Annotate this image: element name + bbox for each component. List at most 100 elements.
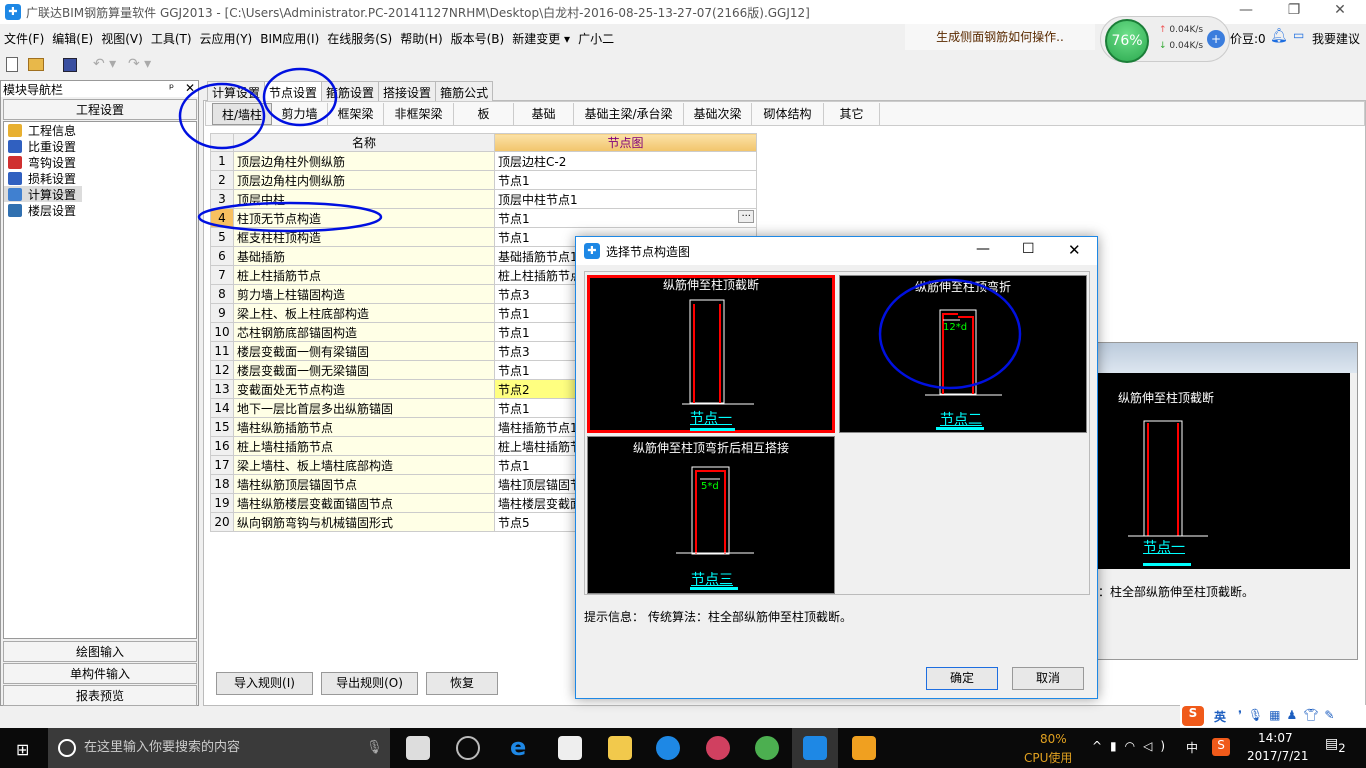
nav-section-project-settings[interactable]: 工程设置 (3, 99, 197, 120)
nav-item-floor[interactable]: 楼层设置 (4, 202, 196, 218)
speed-widget[interactable]: 76% ↑ 0.04K/s ↓ 0.04K/s + (1100, 16, 1230, 63)
menu-tools[interactable]: 工具(T) (147, 26, 196, 51)
subtab-slab[interactable]: 板 (454, 103, 514, 125)
dialog-minimize-button[interactable]: — (976, 241, 990, 257)
menu-bim[interactable]: BIM应用(I) (256, 26, 323, 51)
row-node-value[interactable]: 节点1 ··· (494, 208, 757, 228)
export-rules-button[interactable]: 导出规则(O) (321, 672, 418, 695)
glodon-app-icon[interactable] (656, 736, 680, 760)
density-icon (8, 140, 22, 153)
ime-indicator[interactable]: 中 (1186, 739, 1198, 756)
windows-start-icon[interactable]: ⊞ (16, 740, 29, 759)
node-option-1[interactable]: 纵筋伸至柱顶截断 节点一 (587, 275, 835, 433)
subtab-foundation-secondary-beam[interactable]: 基础次梁 (684, 103, 752, 125)
notification-icon[interactable]: ▤2 (1325, 736, 1346, 755)
tab-node-settings[interactable]: 节点设置 (264, 81, 323, 102)
store-icon[interactable] (558, 736, 582, 760)
subtab-frame-beam[interactable]: 框架梁 (328, 103, 384, 125)
taskbar-app-2-icon[interactable] (456, 736, 480, 760)
glodon-app-2-icon[interactable] (706, 736, 730, 760)
subtab-foundation[interactable]: 基础 (514, 103, 574, 125)
ok-button[interactable]: 确定 (926, 667, 998, 690)
tray-icons[interactable]: ^▮◠◁) (1092, 739, 1173, 753)
row-node-value[interactable]: 顶层中柱节点1 (494, 189, 757, 209)
row-node-value[interactable]: 顶层边柱C-2 (494, 151, 757, 171)
subtab-foundation-main-beam[interactable]: 基础主梁/承台梁 (574, 103, 684, 125)
row-name: 框支柱柱顶构造 (233, 227, 495, 247)
open-folder-icon[interactable] (28, 58, 44, 71)
help-question-box[interactable]: 生成侧面钢筋如何操作.. (905, 24, 1095, 50)
redo-icon[interactable]: ↷ ▾ (128, 56, 151, 72)
ime-tool-icons[interactable]: ❜🎙︎▦♟︎👕︎✎ (1238, 708, 1341, 722)
table-row[interactable]: 3 顶层中柱 顶层中柱节点1 (210, 189, 757, 209)
cancel-button[interactable]: 取消 (1012, 667, 1084, 690)
table-row[interactable]: 4 柱顶无节点构造 节点1 ··· (210, 208, 757, 228)
nav-item-hook[interactable]: 弯钩设置 (4, 154, 196, 170)
sogou-tray-icon[interactable]: S (1212, 738, 1230, 756)
panel-header (1098, 343, 1357, 373)
sogou-icon[interactable]: S (1182, 706, 1204, 726)
tab-stirrup-formula[interactable]: 箍筋公式 (435, 81, 494, 101)
nav-item-calc[interactable]: 计算设置 (4, 186, 82, 202)
node-option-label: 节点三 (691, 572, 733, 588)
nav-drawing-input[interactable]: 绘图输入 (3, 641, 197, 662)
nav-item-density[interactable]: 比重设置 (4, 138, 196, 154)
undo-icon[interactable]: ↶ ▾ (93, 56, 116, 72)
restore-button[interactable]: 恢复 (426, 672, 498, 695)
ime-language[interactable]: 英 (1214, 708, 1226, 725)
taskbar-search[interactable]: 在这里输入你要搜索的内容 🎙︎ (48, 728, 390, 768)
edge-icon[interactable]: e (510, 735, 534, 760)
pin-icon[interactable]: ᵖ (169, 81, 174, 95)
clock-time[interactable]: 14:07 (1258, 731, 1293, 745)
tab-lap-settings[interactable]: 搭接设置 (378, 81, 437, 101)
menu-guangxiaoer[interactable]: 广小二 (574, 26, 618, 51)
tab-stirrup-settings[interactable]: 箍筋设置 (321, 81, 380, 101)
nav-item-loss[interactable]: 损耗设置 (4, 170, 196, 186)
menu-version[interactable]: 版本号(B) (447, 26, 509, 51)
clock-date[interactable]: 2017/7/21 (1247, 749, 1309, 763)
cortana-icon (58, 739, 76, 757)
subtab-column[interactable]: 柱/墙柱 (212, 103, 272, 125)
node-option-3[interactable]: 纵筋伸至柱顶弯折后相互搭接 5*d 节点三 (587, 436, 835, 594)
restore-button[interactable]: ❐ (1274, 2, 1314, 22)
bell-icon[interactable]: 🔔︎ (1270, 28, 1288, 44)
subtab-shear-wall[interactable]: 剪力墙 (272, 103, 328, 125)
suggest-link[interactable]: 我要建议 (1312, 30, 1360, 47)
menu-file[interactable]: 文件(F) (0, 26, 48, 51)
subtab-nonframe-beam[interactable]: 非框架梁 (384, 103, 454, 125)
ellipsis-button[interactable]: ··· (738, 210, 754, 223)
microphone-icon[interactable]: 🎙︎ (366, 728, 383, 768)
new-file-icon[interactable] (6, 57, 18, 72)
node-option-2[interactable]: 纵筋伸至柱顶弯折 12*d 节点二 (839, 275, 1087, 433)
ggj-app-icon[interactable] (803, 736, 827, 760)
subtab-other[interactable]: 其它 (824, 103, 880, 125)
menu-cloud[interactable]: 云应用(Y) (196, 26, 257, 51)
taskbar-app-1-icon[interactable] (406, 736, 430, 760)
import-rules-button[interactable]: 导入规则(I) (216, 672, 313, 695)
dimension-label: 5*d (701, 481, 719, 492)
nav-close-icon[interactable]: ✕ (185, 81, 195, 95)
menu-new-change[interactable]: 新建变更 ▾ (508, 26, 574, 51)
browser-icon[interactable] (755, 736, 779, 760)
close-button[interactable]: ✕ (1320, 2, 1360, 22)
dialog-maximize-button[interactable]: ☐ (1022, 241, 1035, 257)
menu-view[interactable]: 视图(V) (97, 26, 147, 51)
chat-icon[interactable]: ▭ (1293, 28, 1304, 42)
tab-calc-settings[interactable]: 计算设置 (207, 81, 266, 101)
menu-help[interactable]: 帮助(H) (396, 26, 446, 51)
dialog-close-button[interactable]: ✕ (1068, 241, 1081, 259)
save-icon[interactable] (63, 58, 77, 72)
table-row[interactable]: 1 顶层边角柱外侧纵筋 顶层边柱C-2 (210, 151, 757, 171)
table-row[interactable]: 2 顶层边角柱内侧纵筋 节点1 (210, 170, 757, 190)
menu-edit[interactable]: 编辑(E) (48, 26, 97, 51)
file-explorer-icon[interactable] (608, 736, 632, 760)
minimize-button[interactable]: — (1226, 2, 1266, 22)
notes-app-icon[interactable] (852, 736, 876, 760)
nav-report-preview[interactable]: 报表预览 (3, 685, 197, 706)
plus-icon[interactable]: + (1207, 30, 1225, 48)
row-node-value[interactable]: 节点1 (494, 170, 757, 190)
nav-single-input[interactable]: 单构件输入 (3, 663, 197, 684)
menu-online[interactable]: 在线服务(S) (323, 26, 396, 51)
subtab-masonry[interactable]: 砌体结构 (752, 103, 824, 125)
nav-item-project-info[interactable]: 工程信息 (4, 122, 196, 138)
